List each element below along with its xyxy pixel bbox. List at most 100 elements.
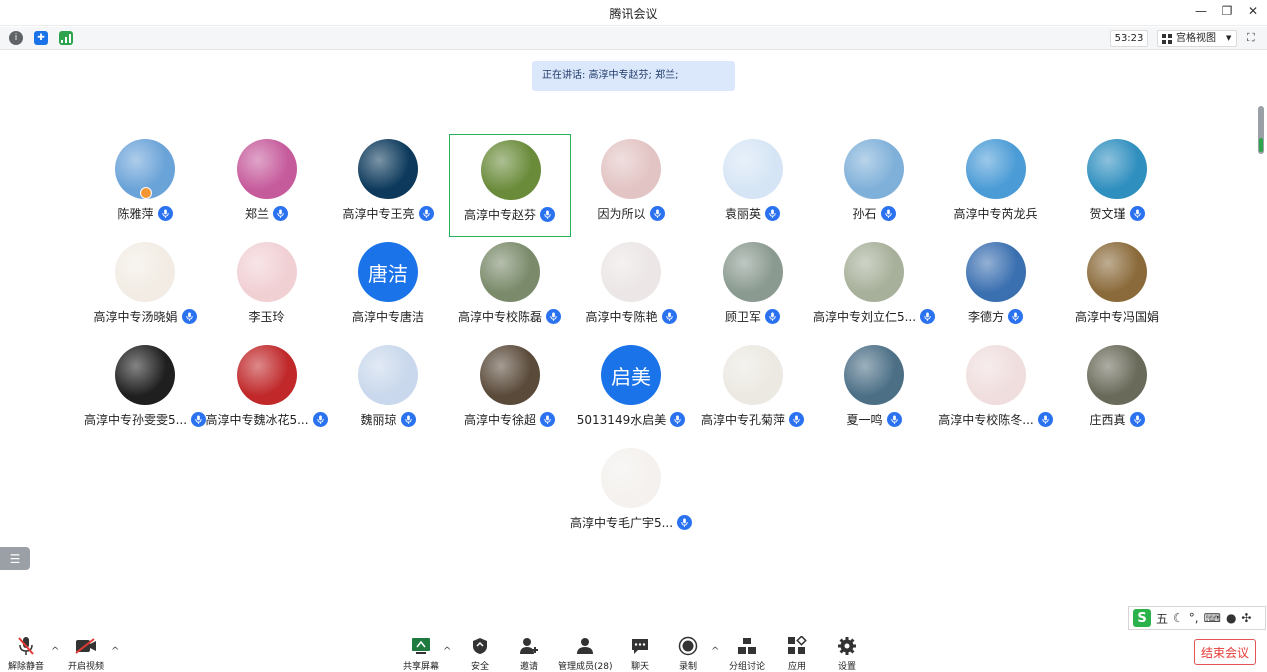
signal-icon[interactable] — [59, 31, 73, 45]
participant-tile[interactable]: 高淳中专校陈磊 — [449, 237, 571, 340]
participant-tile[interactable]: 高淳中专赵芬 — [448, 134, 571, 237]
participant-tile[interactable]: 贺文瑾 — [1056, 134, 1178, 237]
mic-icon — [1129, 205, 1145, 221]
shield-icon[interactable]: ✚ — [34, 31, 48, 45]
meeting-timer: 53:23 — [1110, 30, 1148, 47]
participant-name-row: 高淳中专唐洁 — [327, 307, 449, 325]
view-layout-select[interactable]: 宫格视图 ▼ — [1157, 30, 1237, 47]
participant-tile[interactable]: 高淳中专冯国娟 — [1056, 237, 1178, 340]
moon-icon[interactable]: ☾ — [1173, 611, 1184, 625]
participant-tile[interactable]: 高淳中专校陈冬... — [935, 340, 1057, 443]
ime-toolbar: S 五 ☾ °, ⌨ ● ✣ — [1128, 606, 1266, 630]
participant-tile[interactable]: 袁丽英 — [692, 134, 814, 237]
participant-name: 高淳中专徐超 — [463, 412, 536, 427]
members-icon — [577, 638, 594, 654]
participant-name: 高淳中专赵芬 — [463, 207, 536, 222]
participant-tile[interactable]: 高淳中专汤晓娟 — [84, 237, 206, 340]
start-video-button[interactable]: 开启视频 — [68, 635, 104, 672]
record-options-caret[interactable]: ^ — [711, 646, 719, 657]
mic-icon — [540, 206, 555, 222]
video-options-caret[interactable]: ^ — [111, 646, 119, 657]
share-screen-button[interactable]: 共享屏幕 — [403, 635, 439, 672]
breakout-icon — [738, 638, 756, 654]
settings-button[interactable]: 设置 — [836, 635, 858, 672]
mic-options-caret[interactable]: ^ — [51, 646, 59, 657]
minimize-icon[interactable]: — — [1195, 4, 1207, 18]
participant-tile[interactable]: 高淳中专刘立仁5... — [813, 237, 936, 340]
participant-name-row: 因为所以 — [570, 204, 692, 222]
participant-tile[interactable]: 高淳中专毛广宇5... — [570, 443, 693, 546]
participant-name-row: 陈雅萍 — [84, 204, 206, 222]
participant-tile[interactable]: 陈雅萍 — [84, 134, 206, 237]
participant-tile[interactable]: 庄西真 — [1056, 340, 1178, 443]
host-badge-icon — [140, 187, 152, 199]
participant-tile[interactable]: 唐洁 高淳中专唐洁 — [327, 237, 449, 340]
add-user-icon — [520, 638, 538, 654]
participant-tile[interactable]: 高淳中专魏冰花5... — [205, 340, 328, 443]
participant-tile[interactable]: 高淳中专孔菊萍 — [692, 340, 814, 443]
participant-name-row: 高淳中专陈艳 — [570, 307, 692, 325]
participant-tile[interactable]: 因为所以 — [570, 134, 692, 237]
breakout-button[interactable]: 分组讨论 — [729, 635, 765, 672]
keyboard-icon[interactable]: ⌨ — [1204, 611, 1221, 625]
fullscreen-icon[interactable]: ⛶ — [1247, 31, 1261, 45]
participant-name: 高淳中专孙雯雯5... — [83, 412, 188, 427]
participant-tile[interactable]: 魏丽琼 — [327, 340, 449, 443]
close-icon[interactable]: ✕ — [1247, 4, 1259, 18]
avatar — [479, 242, 540, 302]
start-video-label: 开启视频 — [68, 662, 105, 672]
participant-tile[interactable]: 郑兰 — [206, 134, 328, 237]
avatar — [601, 139, 661, 199]
avatar — [236, 242, 297, 302]
mic-icon — [920, 308, 936, 324]
apps-icon[interactable]: ✣ — [1241, 611, 1251, 625]
member-list-toggle[interactable]: ☰ — [0, 547, 30, 570]
grid-icon — [1162, 33, 1172, 44]
participant-name: 因为所以 — [597, 206, 646, 221]
participant-name: 高淳中专芮龙兵 — [953, 206, 1038, 221]
participant-name: 袁丽英 — [724, 206, 761, 221]
restore-icon[interactable]: ❐ — [1221, 4, 1233, 18]
invite-button[interactable]: 邀请 — [518, 635, 540, 672]
unmute-button[interactable]: 解除静音 — [8, 635, 44, 672]
record-button[interactable]: 录制 — [677, 635, 699, 672]
participant-name-row: 高淳中专赵芬 — [450, 205, 570, 223]
participant-name-row: 高淳中专刘立仁5... — [813, 307, 936, 325]
participant-tile[interactable]: 李德方 — [935, 237, 1057, 340]
participant-tile[interactable]: 高淳中专芮龙兵 — [935, 134, 1057, 237]
avatar — [236, 345, 297, 405]
info-icon[interactable]: i — [9, 31, 23, 45]
mic-icon — [649, 205, 665, 221]
apps-button[interactable]: 应用 — [786, 635, 808, 672]
manage-members-button[interactable]: 管理成员(28) — [558, 635, 612, 672]
participant-tile[interactable]: 高淳中专王亮 — [327, 134, 449, 237]
share-screen-label: 共享屏幕 — [403, 662, 440, 672]
participant-name-row: 高淳中专王亮 — [327, 204, 449, 222]
participant-name-row: 高淳中专芮龙兵 — [935, 204, 1057, 222]
security-label: 安全 — [470, 662, 489, 672]
participant-tile[interactable]: 高淳中专陈艳 — [570, 237, 692, 340]
end-meeting-button[interactable]: 结束会议 — [1194, 639, 1256, 665]
avatar — [115, 345, 175, 405]
participant-tile[interactable]: 启美 5013149水启美 — [570, 340, 692, 443]
scrollbar-thumb[interactable] — [1258, 106, 1264, 154]
participant-tile[interactable]: 夏一鸣 — [813, 340, 935, 443]
user-icon[interactable]: ● — [1226, 611, 1236, 625]
participant-tile[interactable]: 孙石 — [813, 134, 935, 237]
participant-name-row: 顾卫军 — [692, 307, 814, 325]
avatar — [1087, 242, 1147, 302]
share-options-caret[interactable]: ^ — [443, 646, 451, 657]
chat-button[interactable]: 聊天 — [629, 635, 651, 672]
ime-mode[interactable]: 五 — [1156, 610, 1168, 627]
sogou-logo-icon[interactable]: S — [1133, 609, 1151, 627]
participant-tile[interactable]: 高淳中专徐超 — [449, 340, 571, 443]
participant-tile[interactable]: 李玉玲 — [206, 237, 328, 340]
participant-tile[interactable]: 高淳中专孙雯雯5... — [83, 340, 207, 443]
mic-icon — [661, 308, 677, 324]
ime-punct[interactable]: °, — [1189, 611, 1199, 625]
security-button[interactable]: 安全 — [469, 635, 491, 672]
mic-icon — [677, 514, 693, 530]
participant-tile[interactable]: 顾卫军 — [692, 237, 814, 340]
manage-members-label: 管理成员(28) — [558, 662, 613, 672]
avatar — [1087, 139, 1147, 199]
